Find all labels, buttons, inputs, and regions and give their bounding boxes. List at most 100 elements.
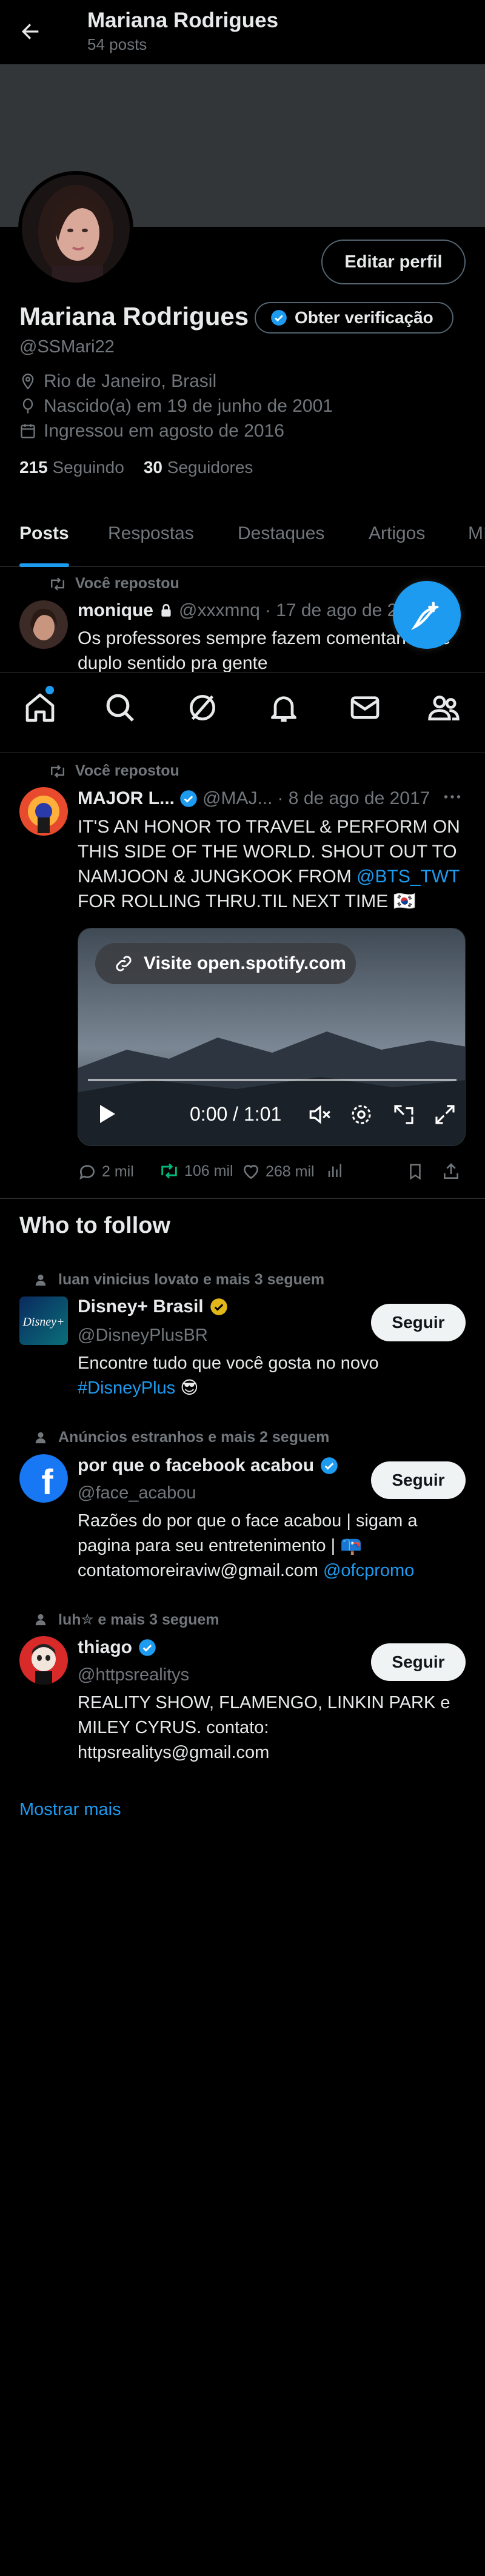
- following-link[interactable]: 215 Seguindo: [19, 458, 124, 477]
- social-context: Anúncios estranhos e mais 2 seguem: [34, 1429, 329, 1446]
- post-avatar[interactable]: [19, 787, 68, 836]
- profile-avatar[interactable]: [18, 171, 133, 286]
- post-header: monique @xxxmnq · 17 de ago de 2: [78, 600, 397, 621]
- joined-text: Ingressou em agosto de 2016: [44, 421, 284, 441]
- post-date[interactable]: · 8 de ago de 2017: [277, 788, 430, 809]
- video-player[interactable]: Visite open.spotify.com 0:00 / 1:01: [78, 928, 466, 1146]
- home-icon[interactable]: [23, 691, 57, 725]
- tab-respostas[interactable]: Respostas: [108, 523, 194, 544]
- show-more-link[interactable]: Mostrar mais: [19, 1800, 121, 1820]
- follow-button[interactable]: Seguir: [371, 1461, 466, 1499]
- svg-text:Disney+: Disney+: [22, 1315, 64, 1329]
- follow-button[interactable]: Seguir: [371, 1643, 466, 1681]
- location-text: Rio de Janeiro, Brasil: [44, 371, 217, 391]
- suggestion-handle: @httpsrealitys: [78, 1665, 190, 1685]
- suggestion-name[interactable]: por que o facebook acabou: [78, 1455, 338, 1476]
- mention-link[interactable]: @BTS_TWT: [356, 867, 460, 887]
- more-options-icon[interactable]: [441, 786, 463, 808]
- verified-badge-icon: [179, 790, 198, 808]
- settings-gear-icon[interactable]: [349, 1102, 374, 1127]
- link-icon: [113, 953, 134, 974]
- suggestion-avatar[interactable]: Disney+: [19, 1296, 68, 1345]
- edit-profile-button[interactable]: Editar perfil: [321, 240, 466, 284]
- profile-name: Mariana Rodrigues: [19, 302, 249, 330]
- suggestion-bio: REALITY SHOW, FLAMENGO, LINKIN PARK e MI…: [78, 1693, 450, 1762]
- visit-link-pill[interactable]: Visite open.spotify.com: [95, 943, 356, 984]
- video-time: 0:00 / 1:01: [190, 1103, 282, 1125]
- tab-posts[interactable]: Posts: [19, 523, 69, 544]
- home-notification-dot: [45, 686, 54, 694]
- tab-destaques[interactable]: Destaques: [238, 523, 324, 544]
- birthday-text: Nascido(a) em 19 de junho de 2001: [44, 396, 333, 416]
- suggestion-avatar[interactable]: f: [19, 1454, 68, 1503]
- like-count: 268 mil: [266, 1162, 315, 1180]
- share-button[interactable]: [441, 1162, 461, 1181]
- views-bar-chart-icon: [326, 1162, 344, 1180]
- fullscreen-icon[interactable]: [432, 1102, 458, 1127]
- post-actions: 2 mil 106 mil 268 mil: [78, 1157, 466, 1187]
- follow-button[interactable]: Seguir: [371, 1304, 466, 1341]
- profile-handle: @SSMari22: [19, 337, 115, 357]
- profile-location: Rio de Janeiro, Brasil: [19, 371, 216, 392]
- communities-icon[interactable]: [427, 691, 461, 725]
- repost-label: Você repostou: [75, 575, 179, 592]
- mention-link[interactable]: @ofcpromo: [323, 1561, 414, 1580]
- repost-icon: [48, 764, 67, 778]
- suggestion-name[interactable]: Disney+ Brasil: [78, 1296, 228, 1317]
- svg-text:f: f: [41, 1463, 53, 1502]
- active-tab-indicator: [19, 563, 69, 567]
- bookmark-button[interactable]: [406, 1162, 424, 1181]
- suggestion-handle: @DisneyPlusBR: [78, 1326, 208, 1345]
- post-author-handle[interactable]: @MAJ...: [202, 788, 272, 809]
- social-context: luh✮ e mais 3 seguem: [34, 1611, 219, 1629]
- location-pin-icon: [19, 373, 36, 390]
- get-verified-label: Obter verificação: [295, 308, 433, 327]
- person-icon: [34, 1431, 47, 1445]
- repost-indicator: Você repostou: [48, 575, 179, 592]
- person-icon: [34, 1273, 47, 1287]
- search-icon[interactable]: [103, 691, 137, 725]
- verified-badge-icon: [270, 309, 287, 326]
- repost-icon: [48, 577, 67, 591]
- get-verified-button[interactable]: Obter verificação: [255, 302, 453, 334]
- notifications-bell-icon[interactable]: [267, 691, 301, 725]
- post-author-handle[interactable]: @xxxmnq: [179, 600, 260, 621]
- video-progress-bar[interactable]: [88, 1079, 457, 1081]
- grok-icon[interactable]: [186, 691, 219, 725]
- post-text[interactable]: IT'S AN HONOR TO TRAVEL & PERFORM ON THI…: [78, 814, 466, 914]
- back-arrow-icon[interactable]: [18, 19, 42, 44]
- mute-icon[interactable]: [307, 1102, 333, 1127]
- post-avatar[interactable]: [19, 600, 68, 649]
- post-author-name[interactable]: monique: [78, 600, 153, 621]
- profile-tabs: Posts Respostas Destaques Artigos Mí: [0, 512, 485, 567]
- views-button[interactable]: [326, 1162, 344, 1180]
- hashtag-link[interactable]: #DisneyPlus: [78, 1378, 175, 1398]
- repost-button[interactable]: 106 mil: [159, 1162, 233, 1180]
- who-to-follow-title: Who to follow: [19, 1213, 171, 1238]
- repost-count: 106 mil: [184, 1162, 233, 1179]
- like-button[interactable]: 268 mil: [241, 1162, 315, 1181]
- messages-envelope-icon[interactable]: [348, 691, 382, 725]
- suggestion-handle: @face_acabou: [78, 1483, 196, 1503]
- calendar-icon: [19, 423, 36, 440]
- picture-in-picture-icon[interactable]: [391, 1102, 416, 1127]
- bottom-navigation: [0, 672, 485, 753]
- post-header: MAJOR L... @MAJ... · 8 de ago de 2017: [78, 788, 430, 809]
- suggestion-name[interactable]: thiago: [78, 1637, 156, 1658]
- play-icon[interactable]: [94, 1102, 118, 1126]
- reply-button[interactable]: 2 mil: [78, 1162, 134, 1181]
- post-author-name[interactable]: MAJOR L...: [78, 788, 175, 809]
- followers-link[interactable]: 30 Seguidores: [144, 458, 253, 477]
- suggestion-avatar[interactable]: [19, 1636, 68, 1685]
- bookmark-icon: [406, 1162, 424, 1181]
- tab-midia[interactable]: Mí: [468, 523, 485, 544]
- post-date[interactable]: · 17 de ago de 2: [265, 600, 398, 621]
- compose-post-button[interactable]: [393, 581, 461, 649]
- reply-bubble-icon: [78, 1162, 97, 1181]
- follow-stats: 215 Seguindo 30 Seguidores: [19, 458, 253, 477]
- tab-artigos[interactable]: Artigos: [369, 523, 425, 544]
- repost-icon: [159, 1162, 179, 1180]
- heart-icon: [241, 1162, 261, 1181]
- lock-icon: [158, 602, 174, 619]
- repost-indicator: Você repostou: [48, 762, 179, 780]
